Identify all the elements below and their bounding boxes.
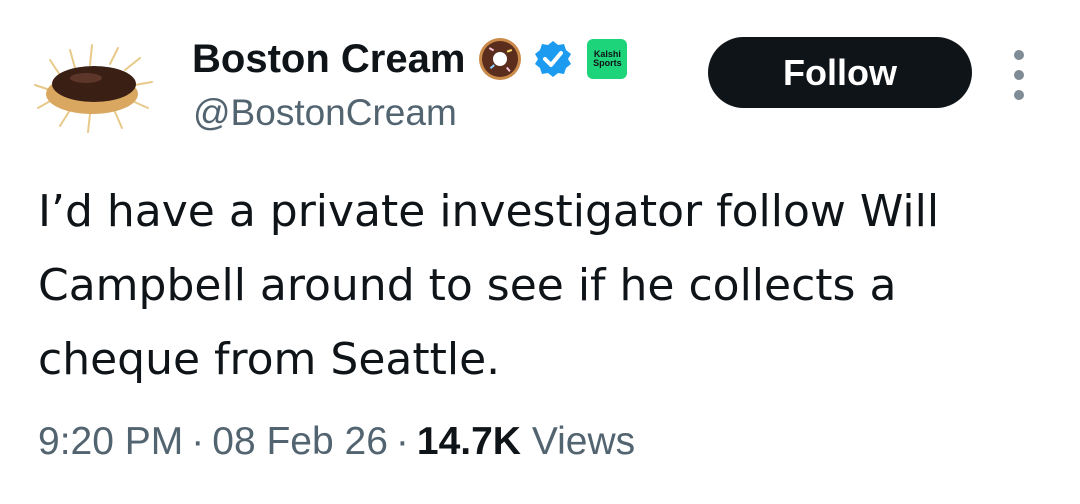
more-dot bbox=[1014, 70, 1024, 80]
more-options-icon[interactable] bbox=[1004, 50, 1034, 100]
author-avatar[interactable] bbox=[30, 30, 160, 140]
more-dot bbox=[1014, 90, 1024, 100]
donut-emoji-icon bbox=[479, 38, 522, 80]
author-handle[interactable]: @BostonCream bbox=[193, 92, 457, 134]
more-dot bbox=[1014, 50, 1024, 60]
tweet-text: I’d have a private investigator follow W… bbox=[38, 186, 940, 385]
verified-badge-icon[interactable] bbox=[533, 39, 573, 79]
boston-cream-donut-avatar-icon bbox=[34, 44, 153, 133]
affiliate-badge-line2: Sports bbox=[593, 58, 622, 68]
views-count[interactable]: 14.7K bbox=[417, 420, 521, 463]
tweet-date[interactable]: 08 Feb 26 bbox=[212, 420, 388, 463]
follow-button[interactable]: Follow bbox=[708, 37, 972, 108]
views-label[interactable]: Views bbox=[532, 420, 635, 463]
tweet-time[interactable]: 9:20 PM bbox=[38, 420, 183, 463]
author-name-row: Boston Cream Kalshi Sports bbox=[192, 34, 628, 84]
meta-separator: · bbox=[395, 420, 409, 463]
affiliate-badge-kalshi-sports[interactable]: Kalshi Sports bbox=[587, 39, 628, 79]
meta-separator: · bbox=[191, 420, 205, 463]
author-display-name[interactable]: Boston Cream bbox=[192, 37, 465, 82]
tweet-meta: 9:20 PM · 08 Feb 26 · 14.7K Views bbox=[38, 420, 635, 464]
